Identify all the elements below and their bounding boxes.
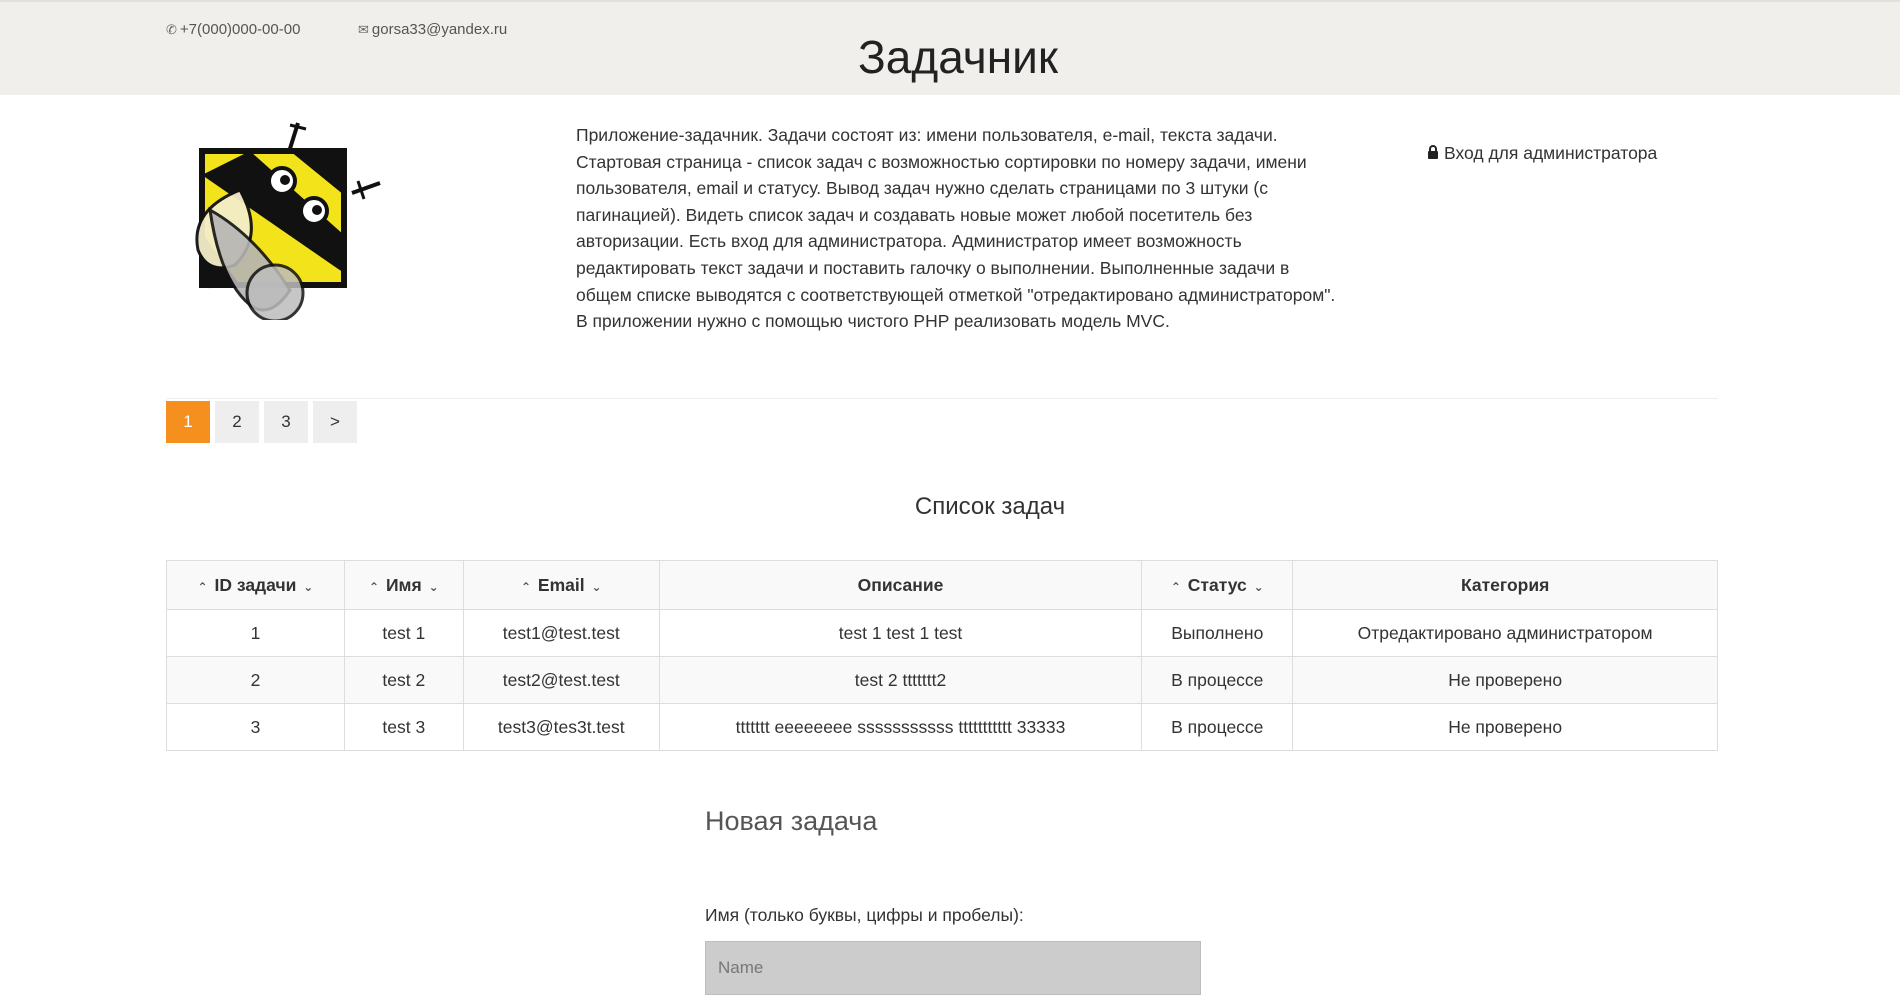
site-title: Задачник: [858, 31, 1058, 83]
name-field[interactable]: [705, 941, 1201, 995]
sort-desc-icon[interactable]: ⌄: [301, 580, 315, 594]
column-header-name: ⌃ Имя ⌄: [343, 560, 464, 610]
cell-email: test3@tes3t.test: [462, 703, 660, 751]
pagination: 1 2 3 >: [166, 401, 357, 443]
table-header-row: ⌃ ID задачи ⌄ ⌃ Имя ⌄ ⌃ Email ⌄ Описание…: [166, 560, 1718, 610]
admin-login-link[interactable]: Вход для администратора: [1427, 143, 1657, 164]
sort-desc-icon[interactable]: ⌄: [1252, 580, 1266, 594]
bee-logo-image: [195, 122, 381, 323]
sort-asc-icon[interactable]: ⌃: [1169, 580, 1183, 594]
cell-status: В процессе: [1141, 656, 1294, 704]
column-header-email: ⌃ Email ⌄: [462, 560, 660, 610]
cell-name: test 2: [343, 656, 464, 704]
column-header-category: Категория: [1292, 560, 1718, 610]
logo: [180, 115, 390, 323]
cell-category: Не проверено: [1292, 656, 1718, 704]
column-label-description: Описание: [857, 574, 944, 595]
task-list-title: Список задач: [914, 493, 1066, 520]
column-label-id: ID задачи: [214, 574, 297, 595]
next-page-button[interactable]: >: [313, 401, 357, 443]
lock-icon: [1427, 143, 1439, 164]
sort-asc-icon[interactable]: ⌃: [196, 580, 210, 594]
cell-description: ttttttt eeeeeeee sssssssssss ttttttttttt…: [658, 703, 1143, 751]
task-table: ⌃ ID задачи ⌄ ⌃ Имя ⌄ ⌃ Email ⌄ Описание…: [166, 560, 1718, 751]
app-description: Приложение-задачник. Задачи состоят из: …: [576, 125, 1336, 332]
name-field-label: Имя (только буквы, цифры и пробелы):: [705, 905, 1024, 925]
cell-id: 1: [166, 609, 345, 657]
cell-category: Не проверено: [1292, 703, 1718, 751]
cell-status: В процессе: [1141, 703, 1294, 751]
cell-id: 2: [166, 656, 345, 704]
divider: [166, 398, 1718, 399]
cell-description: test 1 test 1 test: [658, 609, 1143, 657]
table-row: 3 test 3 test3@tes3t.test ttttttt eeeeee…: [166, 703, 1718, 751]
cell-category: Отредактировано администратором: [1292, 609, 1718, 657]
cell-status: Выполнено: [1141, 609, 1294, 657]
table-row: 1 test 1 test1@test.test test 1 test 1 t…: [166, 609, 1718, 657]
page-button-3[interactable]: 3: [264, 401, 308, 443]
column-header-description: Описание: [658, 560, 1143, 610]
column-label-name: Имя: [385, 574, 422, 595]
new-task-title: Новая задача: [705, 806, 878, 836]
column-label-email: Email: [537, 574, 585, 595]
cell-name: test 1: [343, 609, 464, 657]
sort-asc-icon[interactable]: ⌃: [519, 580, 533, 594]
column-header-id: ⌃ ID задачи ⌄: [166, 560, 345, 610]
page-button-1[interactable]: 1: [166, 401, 210, 443]
column-header-status: ⌃ Статус ⌄: [1141, 560, 1294, 610]
header-bar: ✆ +7(000)000-00-00 ✉ gorsa33@yandex.ru З…: [0, 0, 1900, 95]
page-button-2[interactable]: 2: [215, 401, 259, 443]
cell-email: test1@test.test: [462, 609, 660, 657]
sort-desc-icon[interactable]: ⌄: [427, 580, 441, 594]
table-row: 2 test 2 test2@test.test test 2 ttttttt2…: [166, 656, 1718, 704]
column-label-status: Статус: [1187, 574, 1247, 595]
cell-email: test2@test.test: [462, 656, 660, 704]
admin-login-label: Вход для администратора: [1444, 143, 1658, 163]
sort-desc-icon[interactable]: ⌄: [589, 580, 603, 594]
sort-asc-icon[interactable]: ⌃: [367, 580, 381, 594]
cell-id: 3: [166, 703, 345, 751]
cell-description: test 2 ttttttt2: [658, 656, 1143, 704]
cell-name: test 3: [343, 703, 464, 751]
column-label-category: Категория: [1460, 574, 1550, 595]
